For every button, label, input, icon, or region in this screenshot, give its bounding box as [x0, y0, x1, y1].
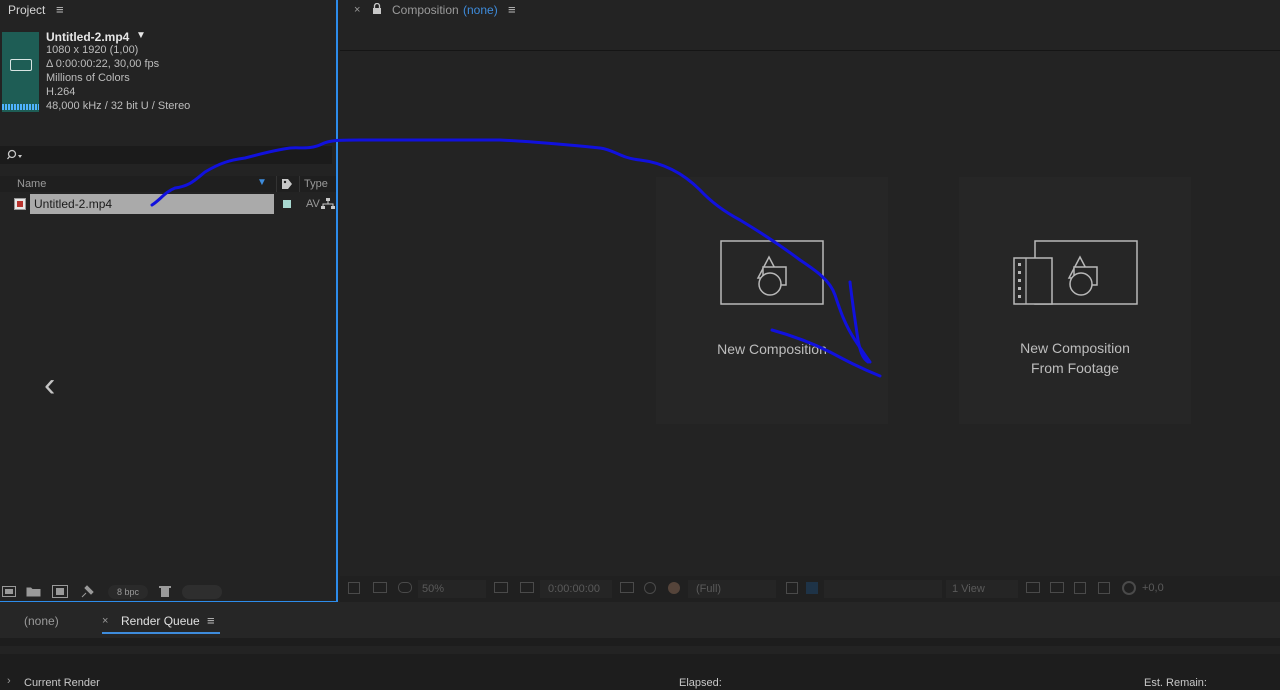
type-column-header[interactable]: Type [304, 178, 328, 190]
footage-file-icon [14, 198, 26, 210]
always-preview-icon[interactable] [348, 582, 360, 594]
audio-waveform-icon [2, 104, 39, 110]
region-icon[interactable] [786, 582, 798, 594]
flowchart-icon[interactable] [1098, 582, 1110, 594]
label-tag-icon[interactable] [281, 178, 293, 190]
active-tab-indicator [102, 632, 220, 634]
fast-previews-icon[interactable] [1050, 582, 1064, 593]
tab-bar-divider [340, 50, 1280, 51]
footage-name: Untitled-2.mp4 [46, 30, 130, 44]
show-snapshot-icon[interactable] [644, 582, 656, 594]
footage-colors: Millions of Colors [46, 72, 130, 84]
project-footer-toolbar: 8 bpc [0, 584, 336, 600]
project-item-name[interactable]: Untitled-2.mp4 [30, 194, 274, 214]
expand-chevron-icon[interactable]: › [7, 675, 11, 687]
column-divider [276, 176, 277, 192]
project-tab-label[interactable]: Project [8, 3, 45, 17]
camera-dropdown[interactable] [824, 580, 942, 598]
resolution-dropdown[interactable]: (Full) [688, 580, 776, 598]
new-composition-icon[interactable] [52, 585, 68, 598]
monitor-icon[interactable] [373, 582, 387, 593]
viewer-toolbar: 50% 0:00:00:00 (Full) 1 View +0,0 [340, 576, 1280, 602]
project-item-row[interactable]: Untitled-2.mp4 AV [0, 194, 336, 214]
toggle-pixel-aspect-icon[interactable] [1026, 582, 1040, 593]
panel-menu-icon[interactable]: ≡ [207, 614, 215, 627]
timecode-value: 0:00:00:00 [548, 583, 600, 595]
views-dropdown[interactable]: 1 View [946, 580, 1018, 598]
project-column-header: Name ▼ Type [0, 176, 336, 192]
close-tab-icon[interactable]: × [354, 4, 360, 16]
composition-tab-value[interactable]: (none) [463, 3, 498, 17]
render-status-header: › Current Render Elapsed: Est. Remain: [0, 674, 1280, 690]
render-queue-panel: (none) × Render Queue ≡ › Current Render… [0, 602, 1280, 690]
trash-icon[interactable] [159, 585, 171, 598]
project-item-type: AV [306, 198, 320, 210]
new-composition-button[interactable]: New Composition [656, 177, 888, 424]
color-depth-button[interactable]: 8 bpc [108, 585, 148, 599]
zoom-value: 50% [422, 583, 445, 595]
new-composition-from-footage-button[interactable]: New Composition From Footage [959, 177, 1191, 424]
color-channels-icon[interactable] [668, 582, 680, 594]
resolution-icon[interactable] [494, 582, 508, 593]
footage-dimensions: 1080 x 1920 (1,00) [46, 44, 139, 56]
timecode-display[interactable]: 0:00:00:00 [540, 580, 612, 598]
tab-render-queue[interactable]: Render Queue [121, 614, 200, 628]
footage-dropdown-icon[interactable]: ▼ [136, 30, 146, 41]
footage-codec: H.264 [46, 86, 76, 98]
composition-from-footage-icon [1013, 240, 1138, 305]
panel-menu-icon[interactable]: ≡ [508, 3, 516, 16]
chevron-left-icon[interactable]: ‹ [44, 368, 55, 402]
exposure-icon[interactable] [1122, 581, 1136, 595]
composition-tab-label[interactable]: Composition [392, 3, 459, 17]
pin-icon[interactable] [80, 585, 94, 598]
label-color-swatch[interactable] [283, 200, 291, 208]
sort-descending-icon[interactable]: ▼ [257, 177, 267, 188]
film-icon [10, 59, 32, 71]
footage-duration: Δ 0:00:00:22, 30,00 fps [46, 58, 160, 70]
project-search-input[interactable] [0, 146, 332, 164]
render-queue-tab-bar: (none) × Render Queue ≡ [0, 602, 1280, 638]
new-composition-label: New Composition [717, 341, 827, 357]
current-render-label: Current Render [24, 677, 100, 689]
thumbnail-size-slider[interactable] [182, 585, 222, 599]
views-value: 1 View [952, 583, 985, 595]
transparency-grid-icon[interactable] [806, 582, 818, 594]
exposure-value[interactable]: +0,0 [1142, 582, 1164, 594]
project-panel: Project ≡ Untitled-2.mp4 ▼ 1080 x 1920 (… [0, 0, 338, 602]
render-queue-divider [0, 646, 1280, 654]
label-line-1: New Composition [1020, 340, 1130, 356]
new-folder-icon[interactable] [26, 586, 41, 597]
3d-glasses-icon[interactable] [398, 582, 412, 593]
footage-audio: 48,000 kHz / 32 bit U / Stereo [46, 100, 191, 112]
interpret-footage-icon[interactable] [2, 586, 16, 597]
snapshot-icon[interactable] [620, 582, 634, 593]
name-column-header[interactable]: Name [17, 178, 46, 190]
timeline-icon[interactable] [1074, 582, 1086, 594]
zoom-dropdown[interactable]: 50% [418, 580, 486, 598]
roi-icon[interactable] [520, 582, 534, 593]
composition-panel: × Composition (none) ≡ New Composition N… [340, 0, 1280, 602]
label-line-2: From Footage [1031, 360, 1119, 376]
column-divider [299, 176, 300, 192]
panel-menu-icon[interactable]: ≡ [56, 3, 64, 16]
tab-none[interactable]: (none) [24, 614, 59, 628]
new-composition-from-footage-label: New Composition From Footage [959, 338, 1191, 378]
elapsed-label: Elapsed: [679, 677, 722, 689]
est-remain-label: Est. Remain: [1144, 677, 1207, 689]
footage-thumbnail [2, 32, 39, 112]
close-tab-icon[interactable]: × [102, 615, 108, 627]
new-composition-icon [720, 240, 824, 305]
resolution-value: (Full) [696, 583, 722, 595]
lock-icon[interactable] [372, 3, 382, 14]
flowchart-icon[interactable] [320, 197, 336, 211]
search-icon [7, 149, 22, 160]
